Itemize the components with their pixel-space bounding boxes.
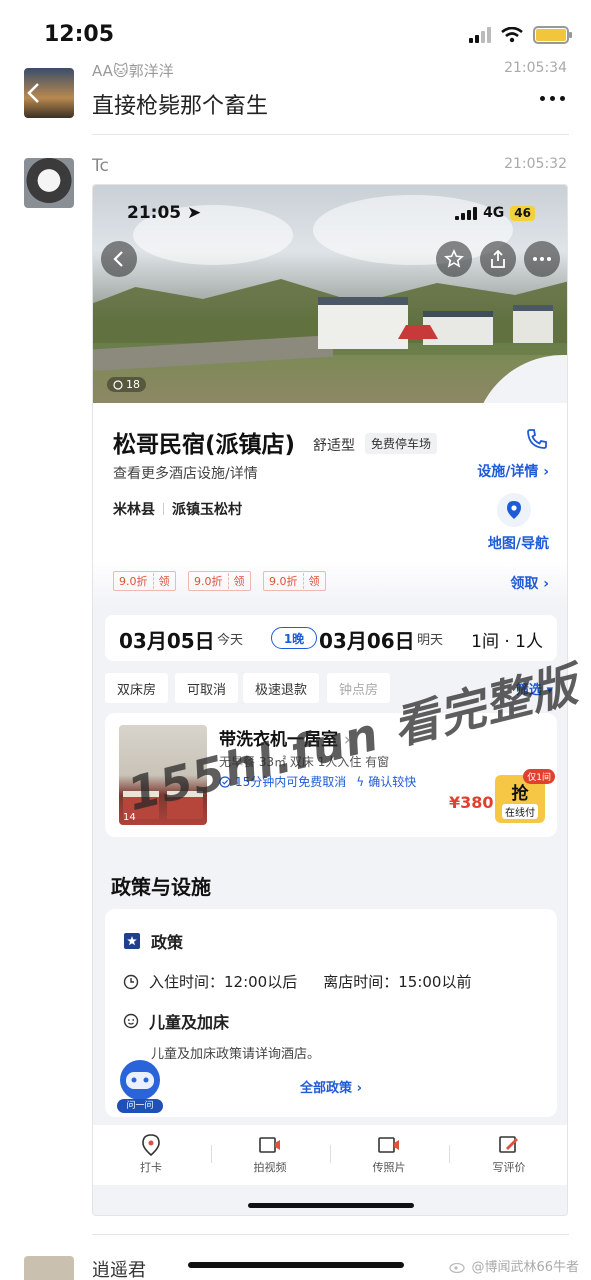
sender-name: Tc: [92, 156, 109, 176]
robot-icon: [120, 1060, 160, 1100]
photo-upload-icon: [378, 1137, 399, 1153]
sender-name: AA🐱郭洋洋: [92, 62, 174, 80]
previous-message: AA🐱郭洋洋 21:05:34 直接枪毙那个畜生: [0, 60, 591, 136]
policy-heading: 政策与设施: [111, 875, 211, 899]
map-navigation-link[interactable]: 地图/导航: [488, 533, 549, 553]
limit-tag: 仅1间: [523, 769, 555, 784]
edit-review-icon: [499, 1136, 518, 1153]
wifi-icon: [501, 27, 523, 43]
parking-tag: 免费停车场: [365, 433, 438, 454]
hotel-type: 舒适型: [313, 438, 355, 454]
all-policies-link[interactable]: 全部政策 ›: [105, 1077, 557, 1096]
hotel-name: 松哥民宿(派镇店): [113, 432, 296, 458]
camera-icon: [113, 379, 123, 390]
map-pin-icon[interactable]: [497, 493, 531, 527]
footer-watermark: @博闻武林66牛者: [449, 1256, 579, 1275]
checkin-tool[interactable]: 打卡: [111, 1131, 191, 1175]
policy-section: 政策: [123, 929, 183, 953]
filter-chip-fast-refund[interactable]: 极速退款: [243, 673, 320, 703]
chevron-left-icon: [113, 251, 123, 267]
more-icon[interactable]: [540, 96, 565, 101]
home-indicator[interactable]: [188, 1262, 404, 1268]
nights-badge: 1晚: [271, 627, 317, 649]
weibo-logo-icon: [449, 1262, 466, 1273]
inner-status-time: 21:05 ➤: [127, 203, 202, 223]
claim-coupons-link[interactable]: 领取 ›: [510, 573, 549, 593]
status-time: 12:05: [44, 22, 115, 47]
policy-icon: [124, 933, 140, 949]
checkout-date[interactable]: 03月06日: [319, 625, 415, 654]
review-tool[interactable]: 写评价: [469, 1131, 549, 1175]
policy-card: 政策 入住时间：12:00以后 离店时间：15:00以前 儿童及加床 儿童及加床…: [105, 909, 557, 1117]
sender-avatar[interactable]: [24, 68, 74, 118]
signal-icon: [455, 206, 478, 220]
divider: [92, 1234, 569, 1235]
sender-name: 逍遥君: [92, 1260, 146, 1280]
address-county: 米林县: [113, 502, 155, 518]
star-icon: [444, 249, 464, 268]
phone-icon[interactable]: [525, 427, 549, 451]
inner-home-indicator: [248, 1203, 414, 1208]
hotel-photo[interactable]: 21:05 ➤ 4G 46 18: [93, 185, 567, 405]
bottom-toolbar: 打卡 拍视频 传照片 写评价: [93, 1125, 567, 1185]
battery-icon: [533, 26, 572, 44]
room-price: ¥380: [449, 793, 494, 812]
share-button[interactable]: [480, 241, 516, 277]
message-time: 21:05:34: [504, 60, 567, 76]
address[interactable]: 米林县 派镇玉松村: [113, 499, 242, 519]
filter-chip-cancelable[interactable]: 可取消: [175, 673, 239, 703]
photo-count-badge: 18: [107, 377, 146, 392]
signal-icon: [469, 27, 491, 43]
more-dots-icon: [533, 257, 551, 261]
sender-avatar[interactable]: [24, 158, 74, 208]
back-button[interactable]: [101, 241, 137, 277]
photo-tool[interactable]: 传照片: [349, 1131, 429, 1175]
children-policy: 儿童及加床: [123, 1009, 229, 1033]
date-selector[interactable]: 03月05日 今天 1晚 03月06日 明天 1间 · 1人: [105, 615, 557, 661]
status-icons: [469, 26, 572, 44]
children-policy-text: 儿童及加床政策请详询酒店。: [151, 1047, 321, 1062]
coupons-row: 9.0折领 9.0折领 9.0折领 领取 ›: [93, 561, 567, 605]
clock-icon: [123, 974, 139, 989]
message-text: 直接枪毙那个畜生: [92, 94, 269, 119]
coupon[interactable]: 9.0折领: [263, 571, 326, 591]
network-label: 4G: [483, 205, 505, 221]
back-arrow-icon[interactable]: [26, 82, 40, 104]
checkin-checkout-times: 入住时间：12:00以后 离店时间：15:00以前: [123, 971, 471, 992]
checkin-label: 今天: [217, 633, 244, 648]
favorite-button[interactable]: [436, 241, 472, 277]
video-camera-icon: [259, 1137, 280, 1153]
divider: [92, 134, 569, 135]
video-tool[interactable]: 拍视频: [230, 1131, 310, 1175]
child-face-icon: [123, 1013, 139, 1029]
address-village: 派镇玉松村: [172, 502, 242, 518]
coupon[interactable]: 9.0折领: [188, 571, 251, 591]
checkin-date[interactable]: 03月05日: [119, 625, 215, 654]
more-button[interactable]: [524, 241, 560, 277]
battery-level: 46: [510, 205, 535, 221]
inner-status-icons: 4G 46: [455, 205, 535, 221]
more-facilities-link[interactable]: 查看更多酒店设施/详情: [113, 463, 258, 483]
coupon[interactable]: 9.0折领: [113, 571, 176, 591]
sender-avatar[interactable]: [24, 1256, 74, 1280]
robot-label: 问一问: [117, 1099, 163, 1113]
share-icon: [491, 249, 505, 268]
message-time: 21:05:32: [504, 156, 567, 172]
assistant-robot-button[interactable]: 问一问: [115, 1059, 165, 1115]
facilities-details-link[interactable]: 设施/详情 ›: [477, 461, 549, 481]
checkout-label: 明天: [417, 633, 444, 648]
filter-chip-twin[interactable]: 双床房: [105, 673, 169, 703]
location-pin-icon: [142, 1134, 160, 1156]
rooms-guests[interactable]: 1间 · 1人: [471, 627, 543, 652]
